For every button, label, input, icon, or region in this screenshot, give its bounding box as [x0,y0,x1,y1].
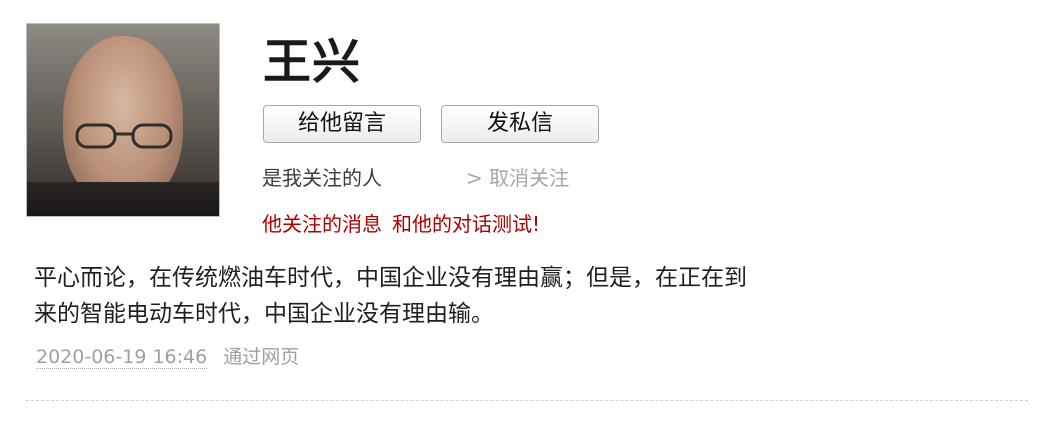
follow-status-text: 是我关注的人 [262,166,382,190]
post-text-line-2: 来的智能电动车时代，中国企业没有理由输。 [34,301,494,327]
post-timestamp[interactable]: 2020-06-19 16:46 [36,346,208,369]
post-text: 平心而论，在传统燃油车时代，中国企业没有理由赢；但是，在正在到 来的智能电动车时… [34,260,914,332]
divider [26,400,1028,401]
avatar-shirt [27,182,219,216]
unfollow-link[interactable]: > 取消关注 [466,164,569,192]
post-text-line-1: 平心而论，在传统燃油车时代，中国企业没有理由赢；但是，在正在到 [34,265,747,291]
conversation-link[interactable]: 和他的对话 [392,212,492,236]
post-source: 通过网页 [223,346,300,368]
test-link[interactable]: 测试! [492,212,540,236]
avatar-face [63,36,183,206]
leave-message-button[interactable]: 给他留言 [263,105,421,143]
his-follows-link[interactable]: 他关注的消息 [262,212,382,236]
private-message-button[interactable]: 发私信 [441,105,599,143]
post-meta: 2020-06-19 16:46 通过网页 [36,344,299,370]
avatar[interactable] [26,23,220,217]
relationship-links: 他关注的消息 和他的对话测试! [262,210,540,238]
glasses-icon [75,123,173,149]
profile-name: 王兴 [263,34,362,90]
